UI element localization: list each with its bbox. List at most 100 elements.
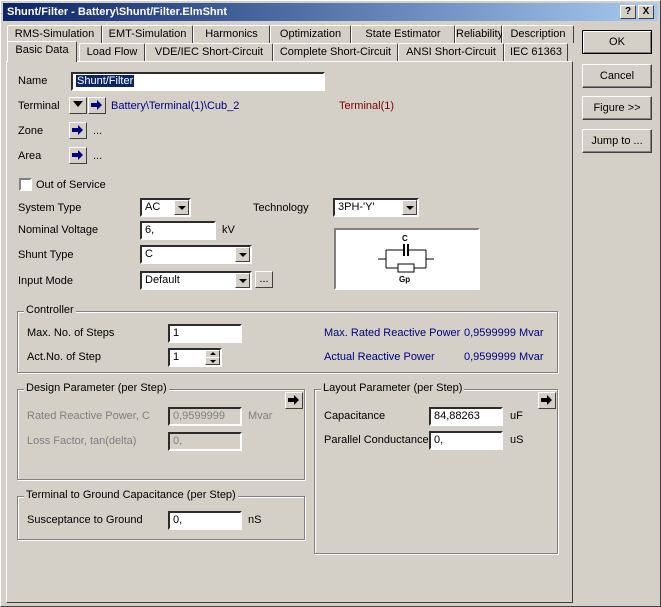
out-of-service-label: Out of Service xyxy=(36,179,106,191)
nominal-voltage-value: 6, xyxy=(145,224,155,236)
capacitor-symbol-icon: C Gp xyxy=(378,234,434,284)
diagram-gp-label: Gp xyxy=(399,275,410,284)
layout-title: Layout Parameter (per Step) xyxy=(321,382,465,394)
susceptance-input[interactable]: 0, xyxy=(168,511,242,530)
tab-state-estimator[interactable]: State Estimator xyxy=(351,25,455,43)
title-bar: Shunt/Filter - Battery\Shunt/Filter.ElmS… xyxy=(3,3,658,21)
susceptance-unit: nS xyxy=(248,514,262,526)
zone-jump-button[interactable] xyxy=(69,122,87,139)
loss-factor-label: Loss Factor, tan(delta) xyxy=(27,435,137,447)
max-steps-input[interactable]: 1 xyxy=(168,324,242,343)
tab-basic-data[interactable]: Basic Data xyxy=(7,41,77,62)
terminal-jump-button[interactable] xyxy=(88,97,106,114)
design-title: Design Parameter (per Step) xyxy=(24,382,169,394)
shunt-type-label: Shunt Type xyxy=(18,249,74,261)
shunt-diagram: C Gp xyxy=(334,228,480,290)
name-value: Shunt/Filter xyxy=(76,75,135,87)
susceptance-label: Susceptance to Ground xyxy=(27,514,143,526)
design-param-button[interactable] xyxy=(285,392,303,409)
dialog-window: Shunt/Filter - Battery\Shunt/Filter.ElmS… xyxy=(0,0,661,607)
conductance-value: 0, xyxy=(434,434,444,446)
controller-group: Controller Max. No. of Steps 1 Max. Rate… xyxy=(17,304,558,373)
shunt-type-value: C xyxy=(145,248,153,260)
nominal-voltage-input[interactable]: 6, xyxy=(140,221,216,240)
tab-ansi-short-circuit[interactable]: ANSI Short-Circuit xyxy=(398,43,504,61)
technology-label: Technology xyxy=(253,202,309,214)
capacitance-unit: uF xyxy=(510,410,523,422)
shunt-type-select[interactable]: C xyxy=(140,245,252,264)
act-step-input[interactable]: 1 xyxy=(168,348,222,367)
max-steps-value: 1 xyxy=(173,327,180,339)
ground-capacitance-group: Terminal to Ground Capacitance (per Step… xyxy=(17,489,305,540)
name-label: Name xyxy=(18,75,48,87)
capacitance-value: 84,88263 xyxy=(434,410,480,422)
arrow-right-icon xyxy=(91,100,102,110)
spin-down-icon[interactable] xyxy=(205,357,220,365)
system-type-select[interactable]: AC xyxy=(140,198,191,217)
capacitance-label: Capacitance xyxy=(324,410,386,422)
max-steps-label: Max. No. of Steps xyxy=(27,327,115,339)
tab-complete-short-circuit[interactable]: Complete Short-Circuit xyxy=(273,43,398,61)
arrow-right-icon xyxy=(72,150,83,160)
basic-data-panel: Name Shunt/Filter Terminal Battery\Termi… xyxy=(6,61,573,603)
chevron-down-icon[interactable] xyxy=(235,273,250,288)
loss-factor-value: 0, xyxy=(173,435,183,447)
chevron-down-icon[interactable] xyxy=(174,200,189,215)
arrow-right-icon xyxy=(288,395,299,405)
zone-label: Zone xyxy=(18,125,44,137)
rated-reactive-input: 0,9599999 xyxy=(168,407,242,426)
capacitance-input[interactable]: 84,88263 xyxy=(429,407,503,426)
max-rated-label: Max. Rated Reactive Power xyxy=(324,327,461,339)
tab-load-flow[interactable]: Load Flow xyxy=(79,43,145,61)
conductance-input[interactable]: 0, xyxy=(429,431,503,450)
figure-button[interactable]: Figure >> xyxy=(582,96,652,120)
tab-harmonics[interactable]: Harmonics xyxy=(193,25,270,43)
rated-reactive-value: 0,9599999 xyxy=(173,410,225,422)
system-type-value: AC xyxy=(145,201,161,213)
zone-value: ... xyxy=(93,125,103,137)
ok-button[interactable]: OK xyxy=(582,30,652,54)
act-step-value: 1 xyxy=(173,351,180,363)
cancel-button[interactable]: Cancel xyxy=(582,64,652,88)
tab-optimization[interactable]: Optimization xyxy=(270,25,351,43)
terminal-ref: Terminal(1) xyxy=(339,100,395,112)
max-rated-value: 0,9599999 Mvar xyxy=(464,327,544,339)
layout-parameter-group: Layout Parameter (per Step) Capacitance … xyxy=(314,382,558,554)
chevron-down-icon[interactable] xyxy=(402,200,417,215)
layout-param-button[interactable] xyxy=(538,392,556,409)
out-of-service-checkbox[interactable] xyxy=(19,178,32,191)
tab-emt-simulation[interactable]: EMT-Simulation xyxy=(102,25,193,43)
input-mode-label: Input Mode xyxy=(18,275,74,287)
chevron-down-icon[interactable] xyxy=(235,247,250,262)
input-mode-more-button[interactable]: ... xyxy=(255,271,273,288)
terminal-dropdown-button[interactable] xyxy=(69,97,87,114)
act-step-label: Act.No. of Step xyxy=(27,351,101,363)
input-mode-select[interactable]: Default xyxy=(140,271,252,290)
close-button[interactable]: X xyxy=(638,5,654,19)
help-button[interactable]: ? xyxy=(620,5,636,19)
tab-vde-iec-short-circuit[interactable]: VDE/IEC Short-Circuit xyxy=(145,43,273,61)
terminal-label: Terminal xyxy=(18,100,60,112)
tab-description[interactable]: Description xyxy=(502,25,574,43)
technology-select[interactable]: 3PH-'Y' xyxy=(333,198,419,217)
terminal-link[interactable]: Battery\Terminal(1)\Cub_2 xyxy=(111,100,239,112)
input-mode-value: Default xyxy=(145,274,180,286)
area-label: Area xyxy=(18,150,42,162)
susceptance-value: 0, xyxy=(173,514,183,526)
rated-reactive-label: Rated Reactive Power, C xyxy=(27,410,150,422)
area-jump-button[interactable] xyxy=(69,147,87,164)
jump-to-button[interactable]: Jump to ... xyxy=(582,129,652,153)
nominal-voltage-unit: kV xyxy=(222,224,235,236)
area-value: ... xyxy=(93,150,103,162)
actual-reactive-value: 0,9599999 Mvar xyxy=(464,351,544,363)
conductance-label: Parallel Conductance xyxy=(324,434,429,446)
tab-iec-61363[interactable]: IEC 61363 xyxy=(504,43,568,61)
tab-reliability[interactable]: Reliability xyxy=(455,25,503,43)
conductance-unit: uS xyxy=(510,434,524,446)
system-type-label: System Type xyxy=(18,202,82,214)
controller-title: Controller xyxy=(24,304,76,316)
name-input[interactable]: Shunt/Filter xyxy=(71,72,325,91)
design-parameter-group: Design Parameter (per Step) Rated Reacti… xyxy=(17,382,305,480)
arrow-right-icon xyxy=(72,125,83,135)
diagram-c-label: C xyxy=(402,234,408,243)
